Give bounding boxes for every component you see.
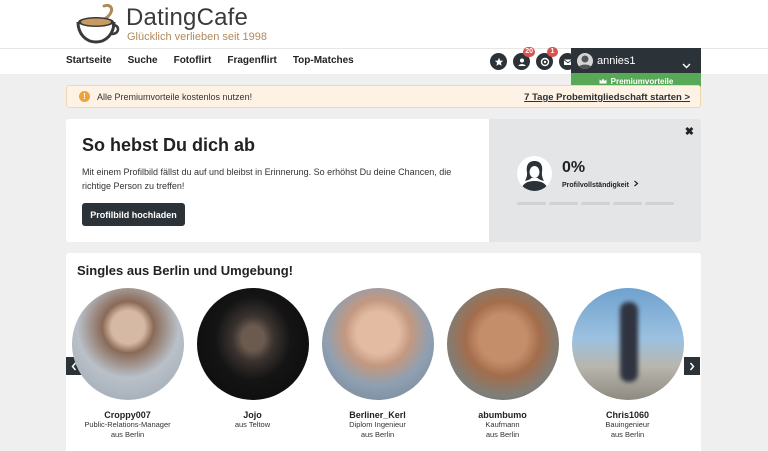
card-title: So hebst Du dich ab	[82, 135, 256, 155]
favorites-star-icon[interactable]	[490, 53, 507, 70]
brand-name: DatingCafe	[126, 4, 249, 31]
premium-alert: ! Alle Premiumvorteile kostenlos nutzen!…	[66, 85, 701, 108]
top-header: DatingCafe Glücklich verlieben seit 1998	[0, 0, 768, 48]
profile-name[interactable]: Croppy007	[66, 410, 190, 420]
profile-occupation: Diplom Ingenieur	[349, 420, 406, 429]
messages-badge: 1	[547, 47, 558, 57]
card-text: Mit einem Profilbild fällst du auf und b…	[82, 167, 452, 191]
singles-title: Singles aus Berlin und Umgebung!	[77, 263, 293, 278]
profile-name[interactable]: Chris1060	[565, 410, 690, 420]
profile-occupation: Bauingenieur	[605, 420, 650, 429]
nav-item-startseite[interactable]: Startseite	[66, 55, 112, 66]
nav-item-top-matches[interactable]: Top-Matches	[293, 55, 354, 66]
profile-card[interactable]: Jojo aus Teltow	[190, 288, 315, 430]
profile-location: aus Berlin	[360, 430, 395, 439]
profile-card[interactable]: Berliner_Kerl Diplom Ingenieur aus Berli…	[315, 288, 440, 440]
user-avatar	[577, 52, 593, 69]
chevron-down-icon	[682, 56, 691, 74]
nav-item-fotoflirt[interactable]: Fotoflirt	[174, 55, 212, 66]
progress-segment	[549, 202, 578, 205]
profile-photo[interactable]	[196, 288, 309, 400]
close-icon[interactable]: ✖	[685, 125, 694, 138]
singles-carousel: Singles aus Berlin und Umgebung! Croppy0…	[66, 253, 701, 451]
matches-icon[interactable]: 1	[536, 47, 558, 70]
nav-item-fragenflirt[interactable]: Fragenflirt	[227, 55, 276, 66]
alert-text: Alle Premiumvorteile kostenlos nutzen!	[97, 91, 253, 102]
upload-photo-button[interactable]: Profilbild hochladen	[82, 203, 185, 226]
progress-segment	[581, 202, 610, 205]
profile-photo[interactable]	[321, 288, 434, 400]
profile-occupation: Public-Relations-Manager	[84, 420, 171, 429]
username: annies1	[597, 54, 636, 67]
profile-location: aus Teltow	[234, 420, 271, 429]
profile-name[interactable]: abumbumo	[440, 410, 565, 420]
completion-label: Profilvollständigkeit	[562, 182, 629, 189]
brand-tagline: Glücklich verlieben seit 1998	[127, 31, 268, 43]
exclamation-icon: !	[79, 91, 90, 102]
profile-silhouette-icon	[517, 156, 552, 191]
profile-completion-panel: ✖ 0% Profilvollständigkeit	[489, 119, 701, 242]
progress-segment	[613, 202, 642, 205]
nav-item-suche[interactable]: Suche	[128, 55, 158, 66]
completion-percent: 0%	[562, 159, 586, 176]
logo[interactable]: DatingCafe Glücklich verlieben seit 1998	[74, 4, 267, 44]
trial-link[interactable]: 7 Tage Probemitgliedschaft starten >	[524, 92, 690, 103]
profile-occupation: Kaufmann	[485, 420, 520, 429]
profile-card[interactable]: Croppy007 Public-Relations-Manager aus B…	[66, 288, 190, 440]
profile-card[interactable]: Chris1060 Bauingenieur aus Berlin	[565, 288, 690, 440]
profile-name[interactable]: Jojo	[190, 410, 315, 420]
profile-photo[interactable]	[446, 288, 559, 400]
profile-location: aus Berlin	[110, 430, 145, 439]
completion-link[interactable]: Profilvollständigkeit	[562, 180, 639, 189]
profile-location: aus Berlin	[610, 430, 645, 439]
visitors-icon[interactable]: 20	[513, 47, 535, 70]
visitors-badge: 20	[523, 47, 535, 57]
progress-segment	[645, 202, 674, 205]
profile-card[interactable]: abumbumo Kaufmann aus Berlin	[440, 288, 565, 440]
nav-menu: Startseite Suche Fotoflirt Fragenflirt T…	[66, 55, 370, 66]
coffee-cup-icon	[74, 4, 122, 44]
profile-name[interactable]: Berliner_Kerl	[315, 410, 440, 420]
profile-photo[interactable]	[71, 288, 184, 400]
progress-segment	[517, 202, 546, 205]
profile-tip-card: So hebst Du dich ab Mit einem Profilbild…	[66, 119, 701, 242]
trial-link-label: 7 Tage Probemitgliedschaft starten	[524, 92, 682, 103]
profile-photo[interactable]	[571, 288, 684, 400]
completion-progress-bar	[517, 202, 674, 205]
header-icon-bar: 20 1	[490, 47, 582, 70]
user-menu-dropdown[interactable]: annies1	[571, 48, 701, 73]
profile-location: aus Berlin	[485, 430, 520, 439]
